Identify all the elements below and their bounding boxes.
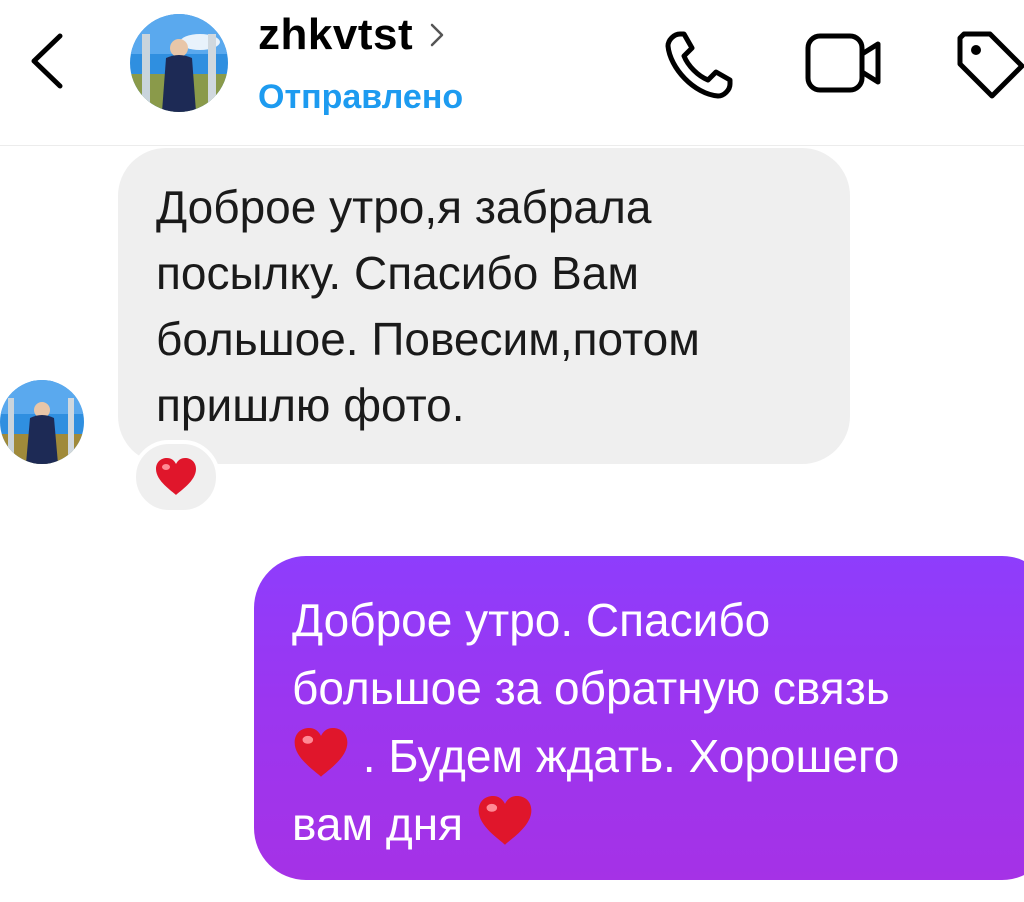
avatar[interactable] [0,380,84,464]
outgoing-message-bubble[interactable]: Доброе утро. Спасибо большое за обратную… [254,556,1024,880]
incoming-message-bubble[interactable]: Доброе утро,я забрала посылку. Спасибо В… [118,148,850,464]
heart-icon [478,795,532,845]
message-line-with-emoji: вам дня [292,790,1024,858]
delivery-status: Отправлено [258,78,464,116]
tag-icon[interactable] [952,24,1024,104]
title[interactable]: zhkvtst [258,10,446,60]
message-text: . Будем ждать. Хорошего [362,730,900,782]
message-line: пришлю фото. [156,379,465,431]
video-camera-icon[interactable] [802,26,884,100]
message-line: посылку. Спасибо Вам [156,247,639,299]
message-line: большое за обратную связь [292,662,890,714]
message-line-with-emoji: . Будем ждать. Хорошего [292,722,1024,790]
message-text: вам дня [292,798,464,850]
back-chevron-icon[interactable] [22,28,72,94]
avatar[interactable] [130,14,228,112]
heart-icon [294,727,348,777]
phone-icon[interactable] [660,24,740,104]
username[interactable]: zhkvtst [258,10,413,60]
message-line: Доброе утро. Спасибо [292,594,771,646]
message-reaction[interactable] [132,440,220,514]
message-line: Доброе утро,я забрала [156,181,652,233]
message-line: большое. Повесим,потом [156,313,700,365]
heart-icon [156,458,196,495]
chat-header: zhkvtst Отправлено [0,0,1024,146]
chevron-right-icon [430,23,443,47]
